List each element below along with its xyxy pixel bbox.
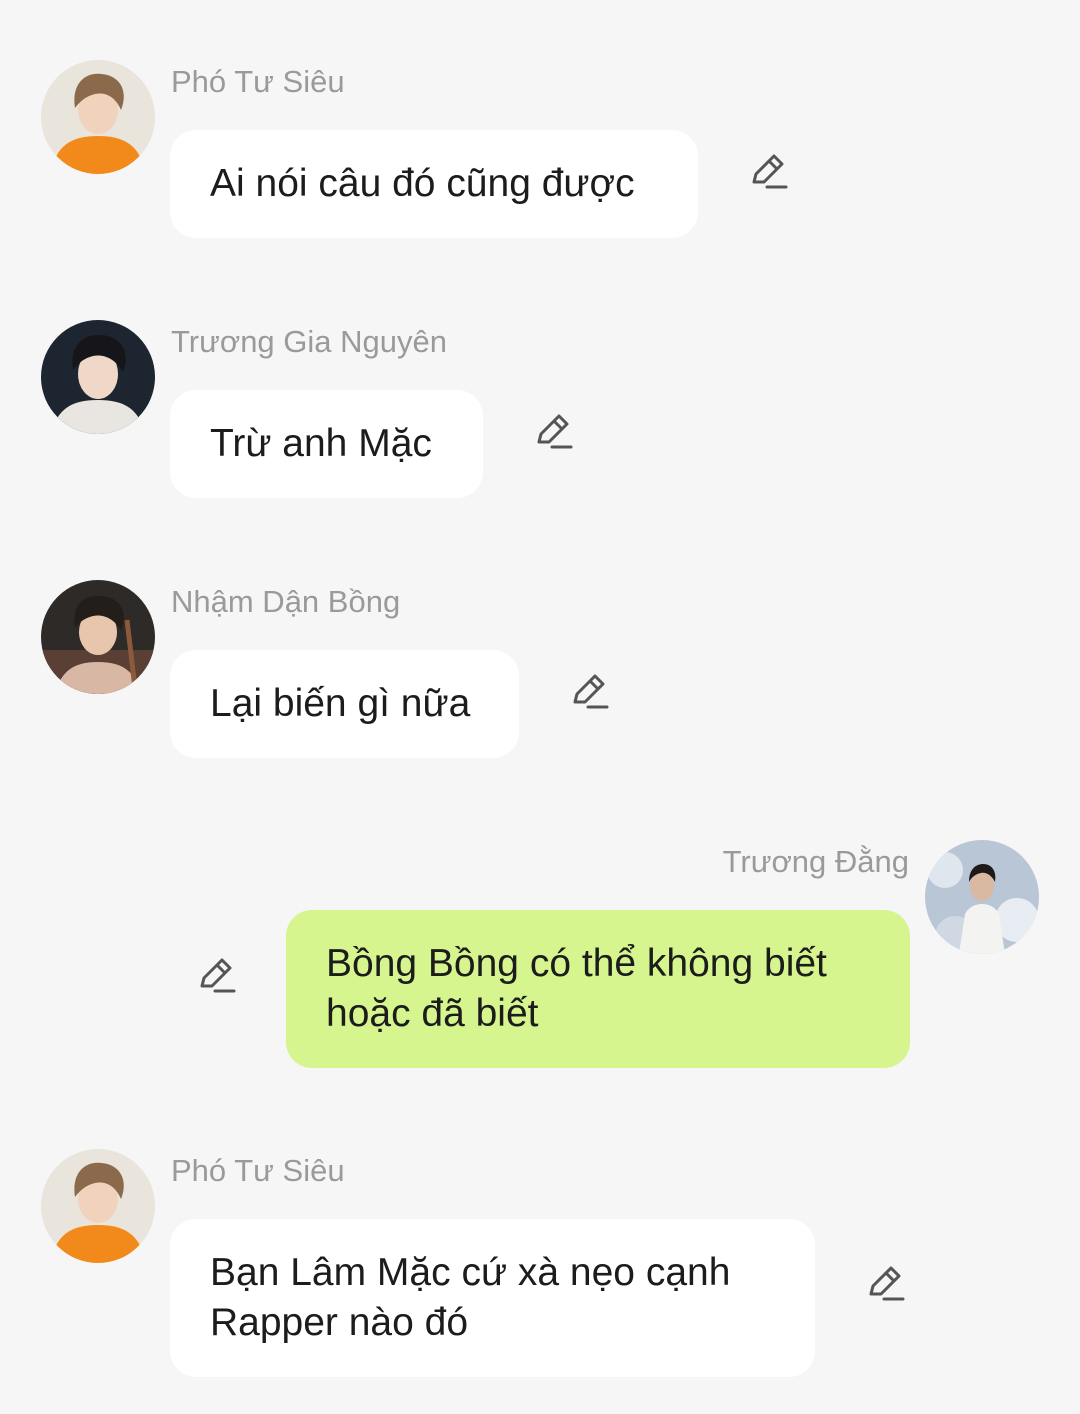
- edit-pencil-icon[interactable]: [533, 412, 573, 452]
- message-text: Bồng Bồng có thể không biết hoặc đã biết: [326, 942, 827, 1035]
- sender-name: Phó Tư Siêu: [171, 1153, 345, 1188]
- sender-name: Nhậm Dận Bồng: [171, 584, 401, 619]
- avatar[interactable]: [41, 320, 155, 434]
- avatar[interactable]: [41, 60, 155, 174]
- message-bubble[interactable]: Bồng Bồng có thể không biết hoặc đã biết: [286, 910, 910, 1068]
- edit-pencil-icon[interactable]: [748, 152, 788, 192]
- sender-name: Trương Gia Nguyên: [171, 324, 447, 359]
- message-bubble[interactable]: Bạn Lâm Mặc cứ xà nẹo cạnh Rapper nào đó: [170, 1219, 815, 1377]
- sender-name: Phó Tư Siêu: [171, 64, 345, 99]
- message-text: Lại biến gì nữa: [210, 682, 471, 725]
- message-text: Bạn Lâm Mặc cứ xà nẹo cạnh Rapper nào đó: [210, 1251, 731, 1344]
- message-bubble[interactable]: Lại biến gì nữa: [170, 650, 519, 758]
- sender-name: Trương Đằng: [722, 844, 909, 879]
- edit-pencil-icon[interactable]: [569, 672, 609, 712]
- avatar[interactable]: [41, 580, 155, 694]
- message-bubble[interactable]: Ai nói câu đó cũng được: [170, 130, 698, 238]
- message-bubble[interactable]: Trừ anh Mặc: [170, 390, 483, 498]
- edit-pencil-icon[interactable]: [196, 956, 236, 996]
- avatar[interactable]: [925, 840, 1039, 954]
- avatar[interactable]: [41, 1149, 155, 1263]
- message-text: Trừ anh Mặc: [210, 422, 432, 465]
- message-text: Ai nói câu đó cũng được: [210, 162, 635, 205]
- edit-pencil-icon[interactable]: [865, 1264, 905, 1304]
